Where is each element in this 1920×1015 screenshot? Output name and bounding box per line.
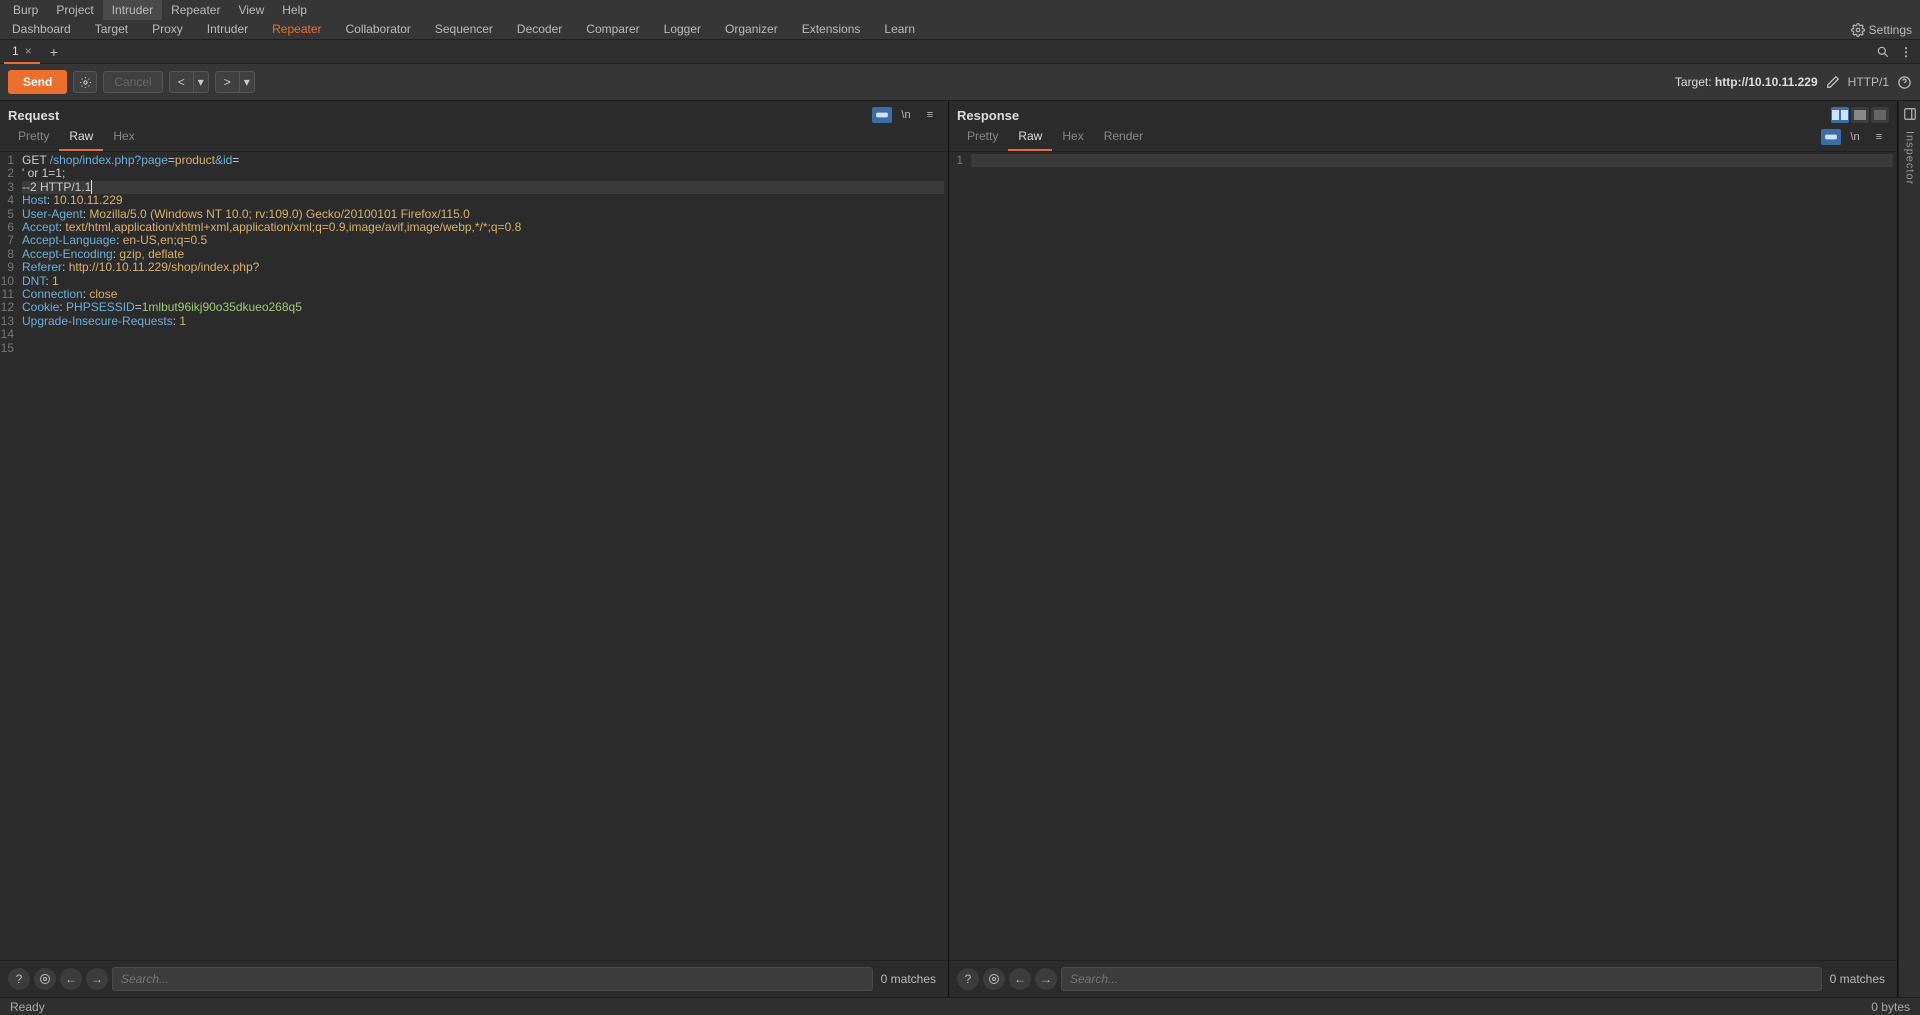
inspector-label[interactable]: Inspector [1904, 131, 1916, 185]
repeater-tab-label: 1 [12, 44, 19, 58]
toggle-nonprint-icon[interactable] [1821, 129, 1841, 145]
protocol-label: HTTP/1 [1848, 75, 1889, 89]
request-editor[interactable]: 123456789101112131415 GET /shop/index.ph… [0, 152, 948, 960]
view-tab-hex[interactable]: Hex [1052, 123, 1093, 151]
action-bar: Send Cancel < ▾ > ▾ Target: http://10.10… [0, 64, 1920, 101]
tab-learn[interactable]: Learn [872, 18, 927, 42]
layout-single[interactable] [1871, 107, 1889, 123]
status-left: Ready [10, 1000, 45, 1014]
main-tabs-row: DashboardTargetProxyIntruderRepeaterColl… [0, 20, 1920, 40]
request-pane: Request \n ≡ PrettyRawHex 12345678910111… [0, 101, 949, 997]
tab-sequencer[interactable]: Sequencer [423, 18, 505, 42]
response-code[interactable] [967, 152, 1897, 960]
newline-icon[interactable]: \n [1845, 129, 1865, 145]
tab-organizer[interactable]: Organizer [713, 18, 790, 42]
view-tab-pretty[interactable]: Pretty [8, 123, 59, 151]
target-label: Target: http://10.10.11.229 [1675, 75, 1818, 89]
request-search-input[interactable] [112, 967, 873, 991]
request-matches: 0 matches [877, 972, 940, 986]
send-options-button[interactable] [73, 71, 97, 93]
line-gutter: 1 [949, 152, 967, 960]
target-value: http://10.10.11.229 [1715, 75, 1818, 89]
tab-target[interactable]: Target [83, 18, 140, 42]
history-back-button[interactable]: < [169, 71, 193, 93]
tab-intruder[interactable]: Intruder [195, 18, 260, 42]
response-matches: 0 matches [1826, 972, 1889, 986]
send-button[interactable]: Send [8, 70, 67, 94]
repeater-tab-1[interactable]: 1 × [4, 40, 40, 64]
view-tab-render[interactable]: Render [1094, 123, 1153, 151]
editor-menu-icon[interactable]: ≡ [920, 107, 940, 123]
tab-decoder[interactable]: Decoder [505, 18, 574, 42]
response-editor[interactable]: 1 [949, 152, 1897, 960]
more-icon[interactable]: ⋮ [1900, 45, 1912, 59]
tab-logger[interactable]: Logger [652, 18, 713, 42]
add-tab-button[interactable]: + [40, 44, 68, 60]
tab-proxy[interactable]: Proxy [140, 18, 195, 42]
gear-icon[interactable] [34, 968, 56, 990]
repeater-subtabs: 1 × + [0, 40, 68, 64]
layout-toggle [1831, 107, 1889, 123]
inspector-toggle-icon[interactable] [1903, 107, 1917, 121]
request-footer: ? ← → 0 matches [0, 960, 948, 997]
line-gutter: 123456789101112131415 [0, 152, 18, 960]
close-icon[interactable]: × [25, 44, 32, 58]
tab-collaborator[interactable]: Collaborator [334, 18, 423, 42]
tab-dashboard[interactable]: Dashboard [0, 18, 83, 42]
help-icon[interactable]: ? [957, 968, 979, 990]
search-next-button[interactable]: → [86, 968, 108, 990]
gear-icon [1851, 23, 1865, 37]
help-icon[interactable] [1897, 75, 1912, 90]
layout-split-horizontal[interactable] [1851, 107, 1869, 123]
view-tab-hex[interactable]: Hex [103, 123, 144, 151]
request-code[interactable]: GET /shop/index.php?page=product&id=' or… [18, 152, 948, 960]
request-title: Request [8, 108, 59, 123]
search-next-button[interactable]: → [1035, 968, 1057, 990]
status-right: 0 bytes [1871, 1000, 1910, 1014]
response-search-input[interactable] [1061, 967, 1822, 991]
response-footer: ? ← → 0 matches [949, 960, 1897, 997]
tab-extensions[interactable]: Extensions [790, 18, 873, 42]
history-forward-dropdown[interactable]: ▾ [239, 71, 255, 93]
tab-comparer[interactable]: Comparer [574, 18, 651, 42]
help-icon[interactable]: ? [8, 968, 30, 990]
view-tab-raw[interactable]: Raw [1008, 123, 1052, 151]
gear-icon[interactable] [983, 968, 1005, 990]
settings-label: Settings [1869, 23, 1912, 37]
request-tabs: PrettyRawHex [0, 123, 948, 152]
search-prev-button[interactable]: ← [1009, 968, 1031, 990]
response-title: Response [957, 108, 1019, 123]
inspector-strip: Inspector [1898, 101, 1920, 997]
tab-repeater[interactable]: Repeater [260, 18, 333, 42]
repeater-subtabs-row: 1 × + ⋮ [0, 40, 1920, 64]
toggle-nonprint-icon[interactable] [872, 107, 892, 123]
content-row: Request \n ≡ PrettyRawHex 12345678910111… [0, 101, 1920, 997]
target-prefix: Target: [1675, 75, 1712, 89]
response-tabs: PrettyRawHexRender [949, 123, 1161, 151]
history-back-dropdown[interactable]: ▾ [193, 71, 209, 93]
cancel-button[interactable]: Cancel [103, 71, 162, 93]
status-bar: Ready 0 bytes [0, 997, 1920, 1015]
editor-menu-icon[interactable]: ≡ [1869, 129, 1889, 145]
newline-icon[interactable]: \n [896, 107, 916, 123]
search-icon[interactable] [1876, 45, 1890, 59]
edit-target-icon[interactable] [1826, 75, 1840, 89]
search-prev-button[interactable]: ← [60, 968, 82, 990]
view-tab-raw[interactable]: Raw [59, 123, 103, 151]
settings-button[interactable]: Settings [1847, 23, 1916, 37]
main-tabs: DashboardTargetProxyIntruderRepeaterColl… [0, 18, 927, 42]
response-pane: Response PrettyRawHexRender \n ≡ [949, 101, 1898, 997]
layout-split-vertical[interactable] [1831, 107, 1849, 123]
history-forward-button[interactable]: > [215, 71, 239, 93]
view-tab-pretty[interactable]: Pretty [957, 123, 1008, 151]
